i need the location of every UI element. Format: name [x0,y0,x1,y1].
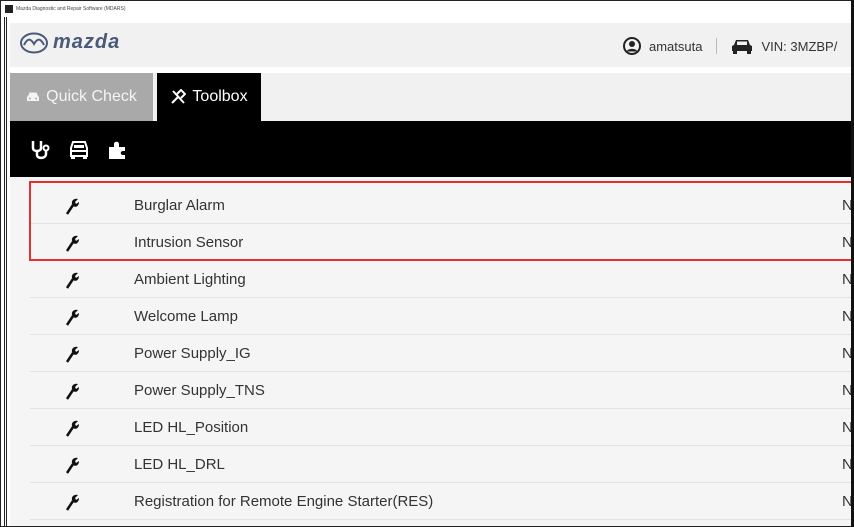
mazda-emblem-icon [20,32,48,53]
tools-icon [170,89,187,105]
username[interactable]: amatsuta [649,39,702,54]
item-label: Burglar Alarm [134,197,225,214]
item-label: Intrusion Sensor [134,234,244,251]
item-label: LED HL_DRL [134,456,225,473]
wrench-icon [64,456,80,474]
app-icon [5,5,13,13]
brand-logo: mazda [19,31,120,54]
wrench-icon [64,382,80,400]
item-label: Ambient Lighting [134,271,246,288]
app-window: Mazda Diagnostic and Repair Software (MD… [0,0,854,527]
list-item[interactable]: Intrusion Sensor N [30,224,853,261]
wrench-icon [64,271,80,289]
list-item[interactable]: LED HL_Position N [30,409,853,446]
wrench-icon [64,493,80,511]
toolbox-toolbar [10,121,853,177]
vin-label: VIN: 3MZBP/ [761,38,838,54]
car-icon [26,91,40,103]
tab-toolbox[interactable]: Toolbox [157,73,261,121]
tab-bar: Quick Check Toolbox [10,73,853,121]
item-label: Power Supply_IG [134,345,251,362]
user-info: amatsuta VIN: 3MZBP/ [623,37,837,55]
wrench-icon [64,308,80,326]
stethoscope-icon[interactable] [30,139,52,161]
list-item[interactable]: Burglar Alarm N [30,187,853,224]
window-title: Mazda Diagnostic and Repair Software (MD… [16,6,126,12]
wrench-icon [64,345,80,363]
item-label: Welcome Lamp [134,308,238,325]
item-label: Registration for Remote Engine Starter(R… [134,493,434,510]
item-label: Power Supply_TNS [134,382,265,399]
list-item[interactable]: LED HL_DRL N [30,446,853,483]
item-label: LED HL_Position [134,419,249,436]
tab-quick-check[interactable]: Quick Check [10,73,153,121]
title-bar: Mazda Diagnostic and Repair Software (MD… [1,1,853,17]
wrench-icon [64,197,80,215]
tab-label: Toolbox [192,88,248,105]
vehicle-icon[interactable] [68,139,90,161]
list-item[interactable]: Ambient Lighting N [30,261,853,298]
header-divider [716,38,718,54]
wrench-icon [64,419,80,437]
puzzle-icon[interactable] [106,139,128,161]
list-item[interactable]: Power Supply_IG N [30,335,853,372]
car-icon [731,37,753,55]
list-item[interactable]: Welcome Lamp N [30,298,853,335]
tab-label: Quick Check [46,88,137,105]
window-border [1,17,7,526]
wrench-icon [64,234,80,252]
list-item[interactable]: Power Supply_TNS N [30,372,853,409]
user-icon [623,37,641,55]
toolbox-list: Burglar Alarm N Intrusion Sensor N Ambie… [10,177,853,526]
list-item[interactable]: Registration for Remote Engine Starter(R… [30,483,853,520]
brand-wordmark: mazda [53,31,121,53]
